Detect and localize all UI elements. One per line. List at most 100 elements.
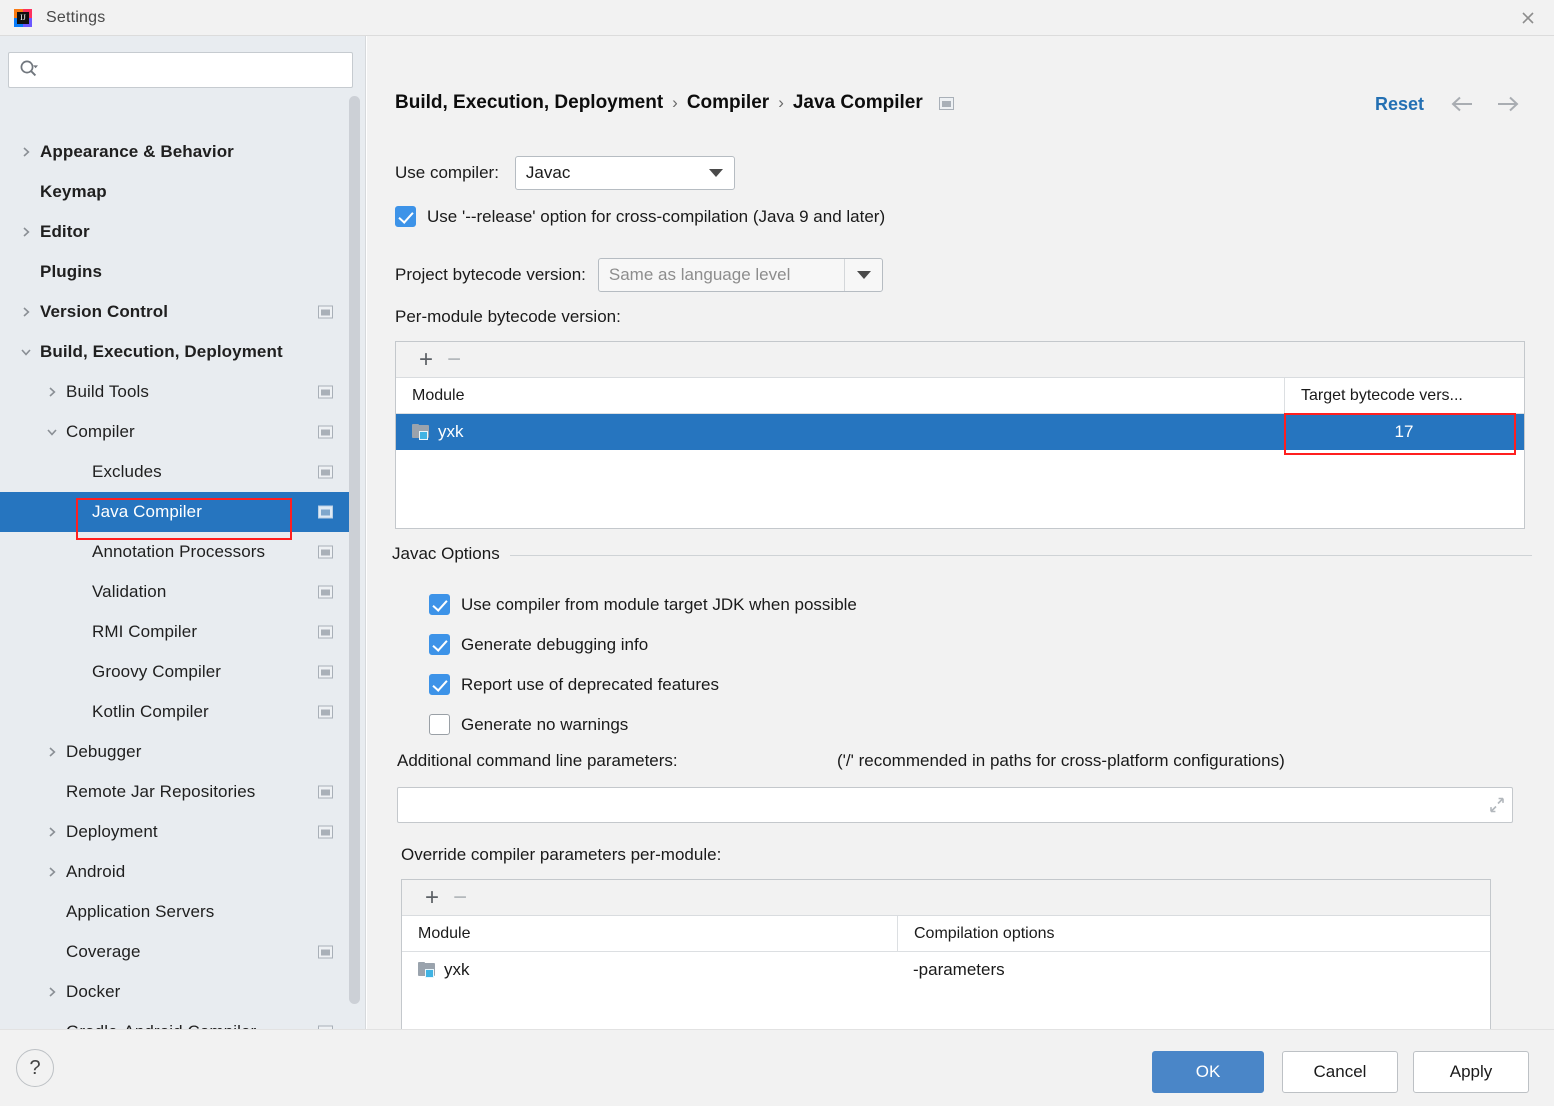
release-option-checkbox[interactable]: Use '--release' option for cross-compila… — [395, 206, 885, 227]
project-scope-icon — [318, 706, 333, 719]
table2-toolbar: + − — [402, 880, 1490, 916]
search-box[interactable] — [8, 52, 353, 88]
additional-params-label: Additional command line parameters: — [397, 751, 678, 771]
sidebar-item-annotation-processors[interactable]: Annotation Processors — [0, 532, 355, 572]
chevron-right-icon[interactable] — [18, 304, 34, 320]
project-scope-icon — [318, 546, 333, 559]
plus-icon[interactable]: + — [412, 346, 440, 374]
sidebar-item-remote-jar-repositories[interactable]: Remote Jar Repositories — [0, 772, 355, 812]
module-icon — [412, 424, 430, 440]
sidebar-item-deployment[interactable]: Deployment — [0, 812, 355, 852]
sidebar-item-label: Docker — [66, 982, 120, 1002]
sidebar-item-label: Kotlin Compiler — [92, 702, 209, 722]
project-bytecode-label: Project bytecode version: — [395, 265, 586, 285]
chevron-right-icon[interactable] — [44, 824, 60, 840]
option-report-deprecated[interactable]: Report use of deprecated features — [429, 674, 719, 695]
override-params-table: + − Module Compilation options yxk -para… — [401, 879, 1491, 1029]
option-generate-debugging-info[interactable]: Generate debugging info — [429, 634, 648, 655]
project-scope-icon — [318, 506, 333, 519]
table-row[interactable]: yxk 17 — [396, 414, 1524, 450]
sidebar-item-keymap[interactable]: Keymap — [0, 172, 355, 212]
chevron-down-icon — [709, 169, 723, 177]
sidebar-item-editor[interactable]: Editor — [0, 212, 355, 252]
chevron-right-icon[interactable] — [44, 984, 60, 1000]
arrow-right-icon[interactable] — [1494, 90, 1522, 118]
sidebar-item-coverage[interactable]: Coverage — [0, 932, 355, 972]
chevron-right-icon[interactable] — [18, 224, 34, 240]
settings-tree: Appearance & BehaviorKeymap Editor Plugins… — [0, 132, 355, 1029]
sidebar-item-gradle-android-compiler[interactable]: Gradle-Android Compiler — [0, 1012, 355, 1029]
project-scope-icon — [318, 786, 333, 799]
chevron-down-icon[interactable] — [44, 424, 60, 440]
sidebar-item-label: Remote Jar Repositories — [66, 782, 255, 802]
sidebar-item-excludes[interactable]: Excludes — [0, 452, 355, 492]
use-compiler-label: Use compiler: — [395, 163, 499, 183]
sidebar-item-label: Android — [66, 862, 125, 882]
use-compiler-dropdown[interactable]: Javac — [515, 156, 735, 190]
project-scope-icon — [318, 426, 333, 439]
breadcrumb-item-0[interactable]: Build, Execution, Deployment — [395, 92, 663, 114]
additional-params-field[interactable] — [397, 787, 1513, 823]
minus-icon[interactable]: − — [440, 346, 468, 374]
plus-icon[interactable]: + — [418, 884, 446, 912]
breadcrumb-item-1[interactable]: Compiler — [687, 92, 769, 114]
table-row[interactable]: yxk -parameters — [402, 952, 1490, 988]
search-input[interactable] — [47, 55, 337, 85]
settings-body: Appearance & BehaviorKeymap Editor Plugins… — [0, 36, 1554, 1029]
sidebar-item-validation[interactable]: Validation — [0, 572, 355, 612]
sidebar-item-label: Validation — [92, 582, 166, 602]
sidebar-item-compiler[interactable]: Compiler — [0, 412, 355, 452]
close-icon[interactable] — [1502, 0, 1554, 35]
cancel-button[interactable]: Cancel — [1282, 1051, 1398, 1093]
sidebar-item-label: Coverage — [66, 942, 141, 962]
sidebar-item-label: Debugger — [66, 742, 141, 762]
breadcrumb-item-2[interactable]: Java Compiler — [793, 92, 923, 114]
table2-cell-options[interactable]: -parameters — [897, 952, 1489, 988]
sidebar-item-label: Version Control — [40, 302, 168, 322]
chevron-right-icon[interactable] — [44, 864, 60, 880]
project-bytecode-dropdown[interactable]: Same as language level — [598, 258, 883, 292]
project-scope-icon — [318, 386, 333, 399]
sidebar-item-android[interactable]: Android — [0, 852, 355, 892]
apply-button[interactable]: Apply — [1413, 1051, 1529, 1093]
project-bytecode-value: Same as language level — [599, 265, 800, 285]
sidebar-item-build-tools[interactable]: Build Tools — [0, 372, 355, 412]
option-label: Generate debugging info — [461, 635, 648, 655]
project-scope-icon — [939, 97, 954, 110]
chevron-right-icon[interactable] — [18, 144, 34, 160]
sidebar-item-label: Java Compiler — [92, 502, 202, 522]
table1-cell-target[interactable]: 17 — [1284, 414, 1524, 450]
chevron-right-icon[interactable] — [44, 744, 60, 760]
use-compiler-row: Use compiler: Javac — [395, 156, 735, 190]
sidebar-item-debugger[interactable]: Debugger — [0, 732, 355, 772]
reset-button[interactable]: Reset — [1375, 94, 1424, 115]
chevron-down-icon[interactable] — [18, 344, 34, 360]
per-module-bytecode-table: + − Module Target bytecode vers... yxk 1… — [395, 341, 1525, 529]
help-button[interactable]: ? — [16, 1049, 54, 1087]
option-generate-no-warnings[interactable]: Generate no warnings — [429, 714, 628, 735]
option-use-module-jdk[interactable]: Use compiler from module target JDK when… — [429, 594, 857, 615]
sidebar-item-appearance-behavior[interactable]: Appearance & Behavior — [0, 132, 355, 172]
expand-icon[interactable] — [1482, 788, 1512, 822]
sidebar-item-docker[interactable]: Docker — [0, 972, 355, 1012]
table2-header: Module Compilation options — [402, 916, 1490, 952]
minus-icon[interactable]: − — [446, 884, 474, 912]
chevron-right-icon[interactable] — [44, 384, 60, 400]
ok-button[interactable]: OK — [1152, 1051, 1264, 1093]
sidebar-item-build-execution-deployment[interactable]: Build, Execution, Deployment — [0, 332, 355, 372]
arrow-left-icon[interactable] — [1448, 90, 1476, 118]
sidebar-item-version-control[interactable]: Version Control — [0, 292, 355, 332]
sidebar-item-groovy-compiler[interactable]: Groovy Compiler — [0, 652, 355, 692]
sidebar-item-plugins[interactable]: Plugins — [0, 252, 355, 292]
sidebar-item-application-servers[interactable]: Application Servers — [0, 892, 355, 932]
sidebar-item-java-compiler[interactable]: Java Compiler — [0, 492, 355, 532]
option-label: Generate no warnings — [461, 715, 628, 735]
sidebar-scrollbar-thumb[interactable] — [349, 96, 360, 1004]
sidebar-item-kotlin-compiler[interactable]: Kotlin Compiler — [0, 692, 355, 732]
sidebar-item-rmi-compiler[interactable]: RMI Compiler — [0, 612, 355, 652]
additional-params-input[interactable] — [398, 789, 1482, 821]
project-scope-icon — [318, 626, 333, 639]
search-icon — [19, 59, 41, 82]
sidebar-item-label: Editor — [40, 222, 90, 242]
sidebar-scrollbar[interactable] — [349, 96, 360, 1023]
